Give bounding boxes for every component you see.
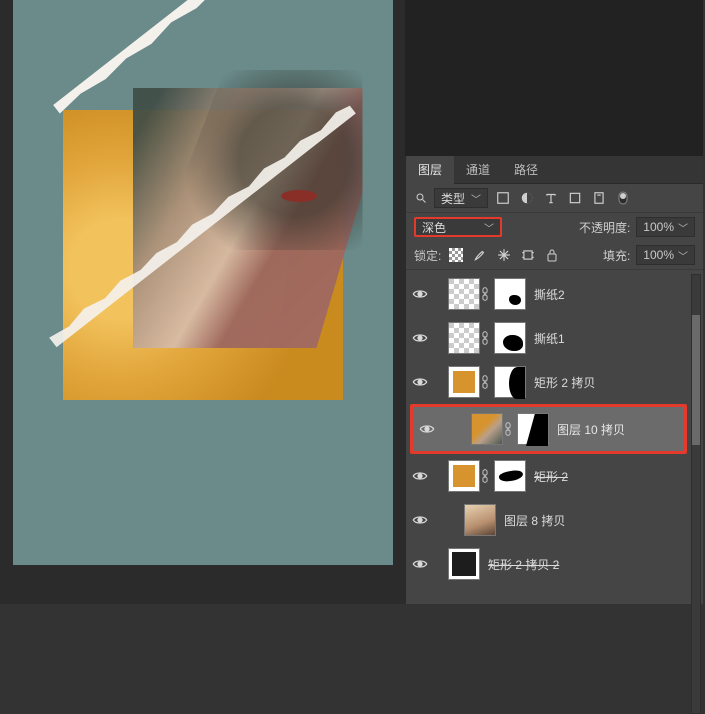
lock-label: 锁定: [414,247,441,264]
fill-label: 填充: [603,247,630,264]
opacity-value: 100% [643,220,674,234]
panel-tabs: 图层 通道 路径 [406,156,703,184]
lock-brush-icon[interactable] [471,246,489,264]
filter-adjust-icon[interactable] [518,189,536,207]
lock-row: 锁定: 填充: 100% ﹀ [406,241,703,270]
chevron-down-icon: ﹀ [678,220,688,235]
layer-mask-thumbnail[interactable] [494,460,526,492]
layer-mask-thumbnail[interactable] [517,413,549,445]
layer-row[interactable]: 矩形 2 [406,454,691,498]
layers-list: 撕纸2 撕纸1 矩形 2 拷贝图层 10 拷贝矩形 2 图层 8 拷贝矩形 2 拷贝 … [406,272,691,604]
layer-row[interactable]: 矩形 2 拷贝 2 [406,542,691,586]
layers-panel: 图层 通道 路径 类型 ﹀ 深 [405,156,703,604]
canvas-area [0,0,405,604]
layer-name: 矩形 2 拷贝 [534,374,595,391]
visibility-toggle[interactable] [413,423,441,435]
tab-layers[interactable]: 图层 [406,156,454,184]
fill-value-dropdown[interactable]: 100% ﹀ [636,245,695,265]
link-icon [480,375,490,389]
layer-row[interactable]: 图层 8 拷贝 [406,498,691,542]
blend-mode-dropdown[interactable]: 深色 ﹀ [414,217,502,237]
lock-transparency-icon[interactable] [447,246,465,264]
tab-channels[interactable]: 通道 [454,156,502,184]
layer-name: 矩形 2 [534,468,568,485]
chevron-down-icon: ﹀ [471,191,481,206]
layer-mask-thumbnail[interactable] [494,278,526,310]
visibility-toggle[interactable] [406,288,434,300]
layer-row[interactable]: 矩形 2 拷贝 [406,360,691,404]
layer-name: 矩形 2 拷贝 2 [488,556,559,573]
opacity-label: 不透明度: [579,219,630,236]
scrollbar-thumb[interactable] [692,315,700,445]
filter-smart-icon[interactable] [590,189,608,207]
link-icon [480,287,490,301]
lock-artboard-icon[interactable] [519,246,537,264]
opacity-value-dropdown[interactable]: 100% ﹀ [636,217,695,237]
photo-lip-accent [281,190,317,202]
scrollbar-vertical[interactable] [691,274,701,714]
filter-kind-dropdown[interactable]: 类型 ﹀ [434,188,488,208]
link-icon [503,422,513,436]
visibility-toggle[interactable] [406,470,434,482]
layer-mask-thumbnail[interactable] [494,322,526,354]
layer-row[interactable]: 撕纸1 [406,316,691,360]
filter-shape-icon[interactable] [566,189,584,207]
visibility-toggle[interactable] [406,332,434,344]
link-icon [480,331,490,345]
visibility-toggle[interactable] [406,514,434,526]
panel-collapsed-area [405,0,703,156]
chevron-down-icon: ﹀ [484,220,494,235]
visibility-toggle[interactable] [406,376,434,388]
layer-name: 图层 8 拷贝 [504,512,565,529]
tab-paths[interactable]: 路径 [502,156,550,184]
filter-row: 类型 ﹀ [406,184,703,213]
layer-name: 图层 10 拷贝 [557,421,625,438]
filter-kind-label: 类型 [441,190,465,207]
fill-value: 100% [643,248,674,262]
lock-all-icon[interactable] [543,246,561,264]
chevron-down-icon: ﹀ [678,248,688,263]
search-icon [414,191,428,205]
link-icon [480,469,490,483]
filter-type-icon[interactable] [542,189,560,207]
artboard [13,0,393,565]
layer-mask-thumbnail[interactable] [494,366,526,398]
lock-position-icon[interactable] [495,246,513,264]
layer-row[interactable]: 图层 10 拷贝 [413,407,684,451]
filter-pixel-icon[interactable] [494,189,512,207]
blend-row: 深色 ﹀ 不透明度: 100% ﹀ [406,213,703,241]
selected-layer-highlight: 图层 10 拷贝 [410,404,687,454]
filter-toggle-icon[interactable] [614,189,632,207]
layer-name: 撕纸2 [534,286,565,303]
layer-row[interactable]: 撕纸2 [406,272,691,316]
visibility-toggle[interactable] [406,558,434,570]
layer-name: 撕纸1 [534,330,565,347]
blend-mode-value: 深色 [422,219,446,236]
